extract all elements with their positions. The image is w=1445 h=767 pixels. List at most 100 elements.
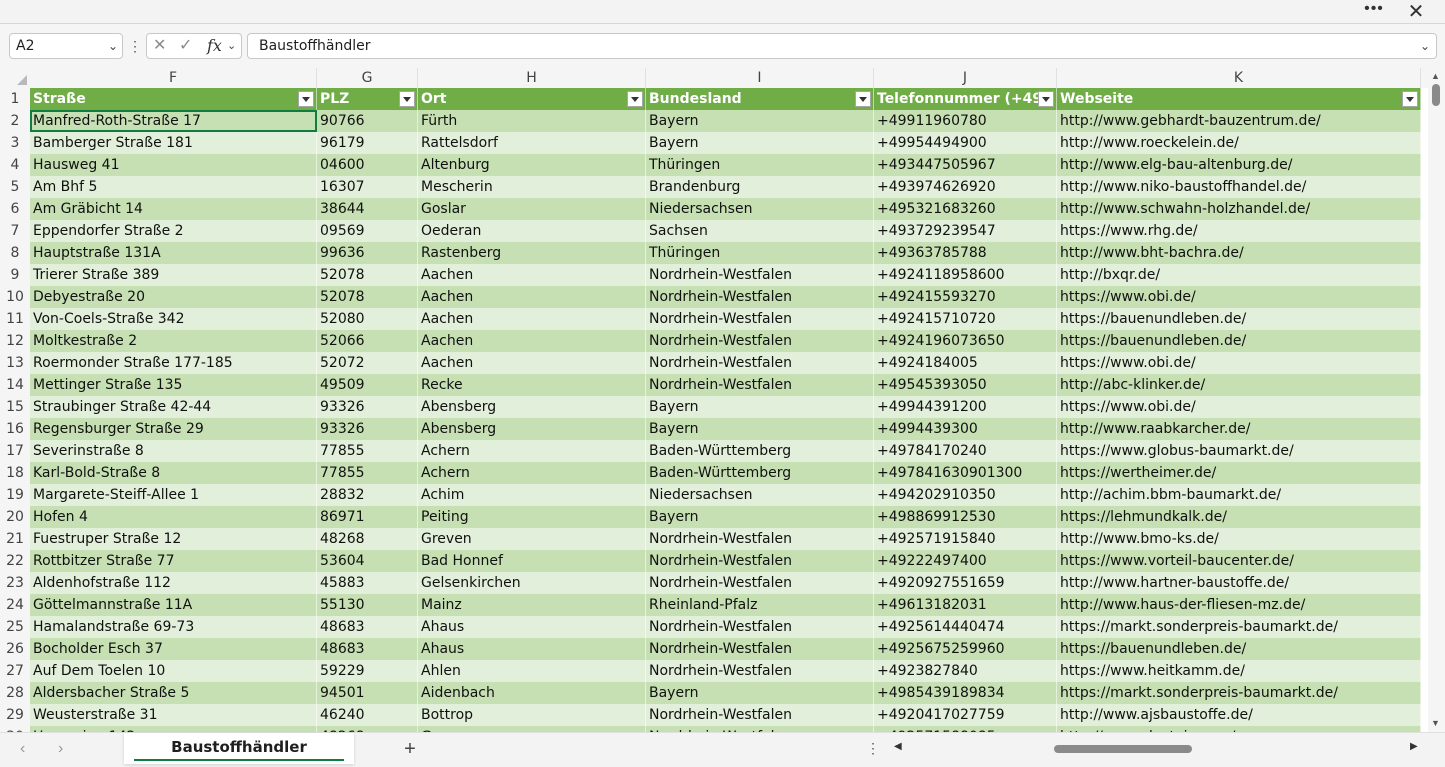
table-cell[interactable]: 94501	[317, 682, 418, 704]
table-cell[interactable]: +4920417027759	[874, 704, 1057, 726]
add-sheet-button[interactable]: +	[400, 736, 420, 762]
table-cell[interactable]: Margarete-Steiff-Allee 1	[30, 484, 317, 506]
table-cell[interactable]: http://www.gebhardt-bauzentrum.de/	[1057, 110, 1421, 132]
filter-dropdown-icon[interactable]	[855, 91, 871, 107]
formula-input[interactable]: Baustoffhändler ⌄	[247, 33, 1437, 59]
table-cell[interactable]: Niedersachsen	[646, 198, 874, 220]
column-header[interactable]: G	[317, 68, 418, 88]
column-header[interactable]: F	[30, 68, 317, 88]
table-cell[interactable]: Moltkestraße 2	[30, 330, 317, 352]
table-cell[interactable]: +49954494900	[874, 132, 1057, 154]
table-header-cell[interactable]: Telefonnummer (+49)	[874, 88, 1057, 110]
table-cell[interactable]: https://www.rhg.de/	[1057, 220, 1421, 242]
table-cell[interactable]: 90766	[317, 110, 418, 132]
table-cell[interactable]: +493729239547	[874, 220, 1057, 242]
row-header[interactable]: 7	[0, 220, 30, 242]
table-cell[interactable]: 28832	[317, 484, 418, 506]
table-cell[interactable]: Trierer Straße 389	[30, 264, 317, 286]
filter-dropdown-icon[interactable]	[399, 91, 415, 107]
row-header[interactable]: 8	[0, 242, 30, 264]
row-header[interactable]: 28	[0, 682, 30, 704]
spreadsheet-grid[interactable]: FGHIJK 1 Straße PLZ Ort Bundesland Telefonnum…	[0, 68, 1428, 732]
table-cell[interactable]: +4925675259960	[874, 638, 1057, 660]
table-cell[interactable]: Nordrhein-Westfalen	[646, 264, 874, 286]
previous-sheet-icon[interactable]: ‹	[20, 740, 25, 758]
table-cell[interactable]: Weusterstraße 31	[30, 704, 317, 726]
table-cell[interactable]: 59229	[317, 660, 418, 682]
table-cell[interactable]: Recke	[418, 374, 646, 396]
column-header[interactable]: K	[1057, 68, 1421, 88]
table-cell[interactable]: 77855	[317, 440, 418, 462]
table-cell[interactable]: http://www.niko-baustoffhandel.de/	[1057, 176, 1421, 198]
table-cell[interactable]: Peiting	[418, 506, 646, 528]
scroll-right-icon[interactable]: ▶	[1410, 741, 1418, 752]
table-cell[interactable]: Goslar	[418, 198, 646, 220]
table-cell[interactable]: Bayern	[646, 682, 874, 704]
table-cell[interactable]: https://markt.sonderpreis-baumarkt.de/	[1057, 682, 1421, 704]
row-header[interactable]: 2	[0, 110, 30, 132]
table-cell[interactable]: http://www.elg-bau-altenburg.de/	[1057, 154, 1421, 176]
sheet-options-icon[interactable]: ⋮	[866, 740, 880, 757]
table-cell[interactable]: http://www.bht-bachra.de/	[1057, 242, 1421, 264]
table-cell[interactable]: 49509	[317, 374, 418, 396]
table-cell[interactable]: https://www.vorteil-baucenter.de/	[1057, 550, 1421, 572]
table-cell[interactable]: Aidenbach	[418, 682, 646, 704]
table-cell[interactable]: http://www.schwahn-holzhandel.de/	[1057, 198, 1421, 220]
chevron-down-icon[interactable]: ⌄	[108, 34, 118, 58]
table-cell[interactable]: Hofen 4	[30, 506, 317, 528]
select-all-corner[interactable]	[0, 68, 30, 88]
filter-dropdown-icon[interactable]	[627, 91, 643, 107]
table-cell[interactable]: Eppendorfer Straße 2	[30, 220, 317, 242]
table-cell[interactable]: Am Gräbicht 14	[30, 198, 317, 220]
row-header[interactable]: 18	[0, 462, 30, 484]
enter-icon[interactable]: ✓	[179, 35, 192, 57]
table-cell[interactable]: Mettinger Straße 135	[30, 374, 317, 396]
table-cell[interactable]: http://www.haus-der-fliesen-mz.de/	[1057, 594, 1421, 616]
table-cell[interactable]: Aachen	[418, 330, 646, 352]
table-cell[interactable]: +492415593270	[874, 286, 1057, 308]
table-cell[interactable]: Aachen	[418, 264, 646, 286]
table-cell[interactable]: Baden-Württemberg	[646, 462, 874, 484]
sheet-tab[interactable]: Baustoffhändler Deutschland	[124, 733, 354, 767]
table-cell[interactable]: Ahlen	[418, 660, 646, 682]
table-cell[interactable]: Nordrhein-Westfalen	[646, 528, 874, 550]
table-cell[interactable]: 53604	[317, 550, 418, 572]
row-header[interactable]: 5	[0, 176, 30, 198]
table-cell[interactable]: Nordrhein-Westfalen	[646, 704, 874, 726]
table-cell[interactable]: 99636	[317, 242, 418, 264]
table-cell[interactable]: Göttelmannstraße 11A	[30, 594, 317, 616]
table-cell[interactable]: Nordrhein-Westfalen	[646, 550, 874, 572]
table-cell[interactable]: Bocholder Esch 37	[30, 638, 317, 660]
table-cell[interactable]: Abensberg	[418, 418, 646, 440]
table-cell[interactable]: 48683	[317, 638, 418, 660]
table-cell[interactable]: +498869912530	[874, 506, 1057, 528]
table-cell[interactable]: Oederan	[418, 220, 646, 242]
table-cell[interactable]: Thüringen	[646, 154, 874, 176]
table-cell[interactable]: Hausweg 41	[30, 154, 317, 176]
table-cell[interactable]: 52078	[317, 264, 418, 286]
table-cell[interactable]: 48683	[317, 616, 418, 638]
table-cell[interactable]: 52078	[317, 286, 418, 308]
table-header-cell[interactable]: PLZ	[317, 88, 418, 110]
table-cell[interactable]: Aldenhofstraße 112	[30, 572, 317, 594]
column-header[interactable]: J	[874, 68, 1057, 88]
row-header[interactable]: 10	[0, 286, 30, 308]
table-cell[interactable]: +494202910350	[874, 484, 1057, 506]
next-sheet-icon[interactable]: ›	[58, 740, 63, 758]
table-cell[interactable]: Mainz	[418, 594, 646, 616]
table-cell[interactable]: Nordrhein-Westfalen	[646, 374, 874, 396]
table-cell[interactable]: https://bauenundleben.de/	[1057, 308, 1421, 330]
column-header[interactable]: I	[646, 68, 874, 88]
table-cell[interactable]: Gelsenkirchen	[418, 572, 646, 594]
filter-dropdown-icon[interactable]	[298, 91, 314, 107]
table-cell[interactable]: Rattelsdorf	[418, 132, 646, 154]
name-box[interactable]: A2 ⌄	[9, 33, 123, 59]
table-cell[interactable]: Brandenburg	[646, 176, 874, 198]
table-cell[interactable]: Achern	[418, 462, 646, 484]
table-cell[interactable]: Thüringen	[646, 242, 874, 264]
table-cell[interactable]: +49613182031	[874, 594, 1057, 616]
table-cell[interactable]: https://www.obi.de/	[1057, 286, 1421, 308]
table-cell[interactable]: Debyestraße 20	[30, 286, 317, 308]
table-cell[interactable]: https://www.obi.de/	[1057, 352, 1421, 374]
formula-bar-options-icon[interactable]: ⋮	[128, 36, 142, 56]
